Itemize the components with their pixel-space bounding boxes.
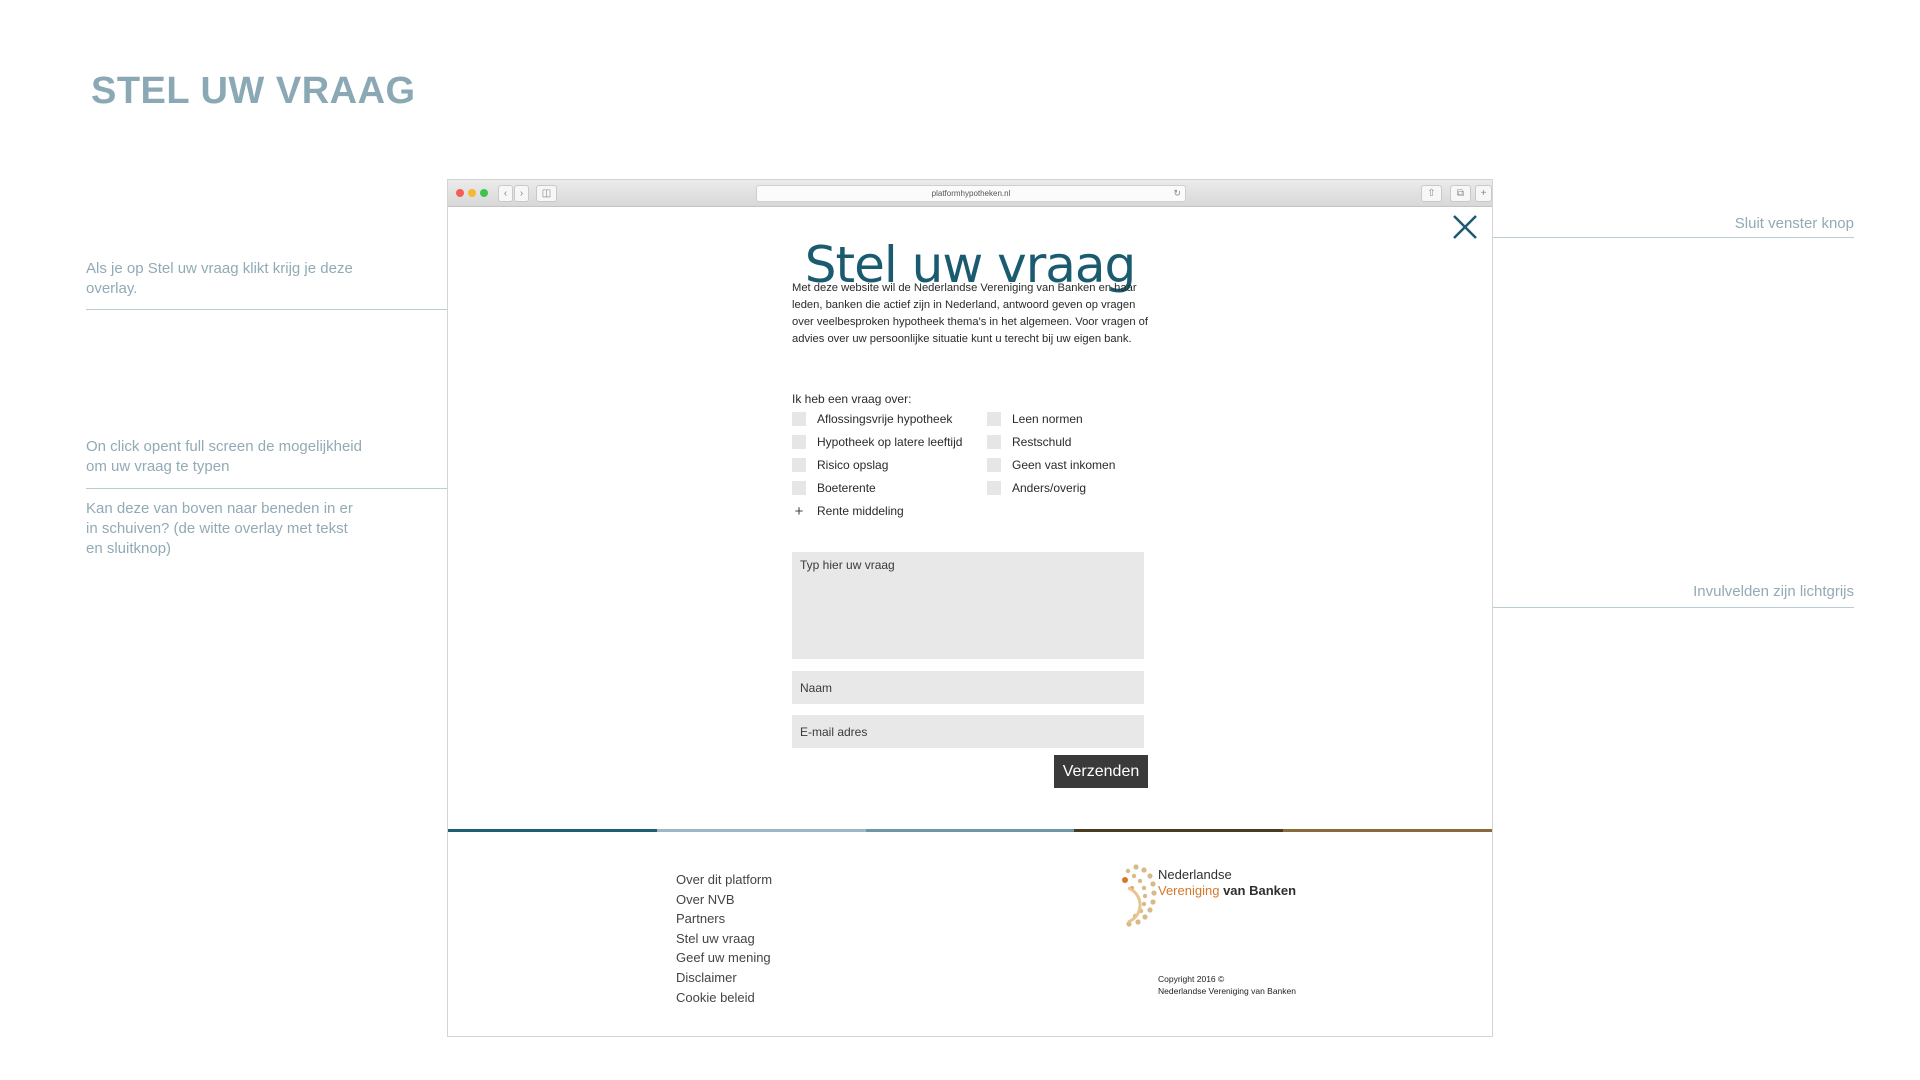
annotation-fields-line (1491, 607, 1854, 608)
question-textarea[interactable] (792, 552, 1144, 659)
forward-icon[interactable]: › (514, 185, 529, 202)
checkbox[interactable] (792, 481, 806, 495)
browser-window: ‹ › ◫ platformhypotheken.nl ↻ ⇧ ⧉ + Stel… (447, 179, 1493, 1037)
checkbox[interactable] (792, 412, 806, 426)
name-field[interactable] (792, 671, 1144, 704)
topic-label: Restschuld (1012, 435, 1072, 449)
reload-icon[interactable]: ↻ (1173, 186, 1181, 201)
topic-label: Risico opslag (817, 458, 889, 472)
topic-leen-normen[interactable]: Leen normen (987, 409, 1083, 429)
footer-link-geef-uw-mening[interactable]: Geef uw mening (676, 948, 772, 968)
annotation-slide-note: Kan deze van boven naar beneden in er in… (86, 500, 353, 557)
annotation-overlay-line (86, 309, 447, 310)
logo-word-vereniging: Vereniging (1158, 883, 1220, 898)
checkbox[interactable] (987, 481, 1001, 495)
annotation-fullscreen-note: On click opent full screen de mogelijkhe… (86, 438, 362, 475)
topic-rente-middeling[interactable]: + Rente middeling (792, 501, 904, 521)
address-bar-url: platformhypotheken.nl (931, 189, 1011, 198)
checkbox[interactable] (987, 412, 1001, 426)
plus-icon[interactable]: + (792, 503, 806, 520)
nvb-logo-text: Nederlandse Vereniging van Banken (1158, 867, 1296, 899)
minimize-window-dot[interactable] (468, 189, 476, 197)
share-icon[interactable]: ⇧ (1421, 185, 1442, 202)
topic-geen-vast-inkomen[interactable]: Geen vast inkomen (987, 455, 1115, 475)
topic-restschuld[interactable]: Restschuld (987, 432, 1071, 452)
intro-text: Met deze website wil de Nederlandse Vere… (792, 282, 1149, 345)
copyright-line-1: Copyright 2016 © (1158, 974, 1225, 984)
browser-toolbar: ‹ › ◫ platformhypotheken.nl ↻ ⇧ ⧉ + (448, 180, 1492, 207)
footer-link-partners[interactable]: Partners (676, 909, 772, 929)
footer-link-cookie-beleid[interactable]: Cookie beleid (676, 988, 772, 1008)
topic-label: Geen vast inkomen (1012, 458, 1116, 472)
annotation-close-note: Sluit venster knop (1734, 215, 1854, 232)
topic-label: Aflossingsvrije hypotheek (817, 412, 953, 426)
topic-boeterente[interactable]: Boeterente (792, 478, 876, 498)
logo-line-2: Vereniging van Banken (1158, 883, 1296, 899)
annotation-close-line (1491, 237, 1854, 238)
topic-label: Boeterente (817, 481, 876, 495)
copyright-text: Copyright 2016 © Nederlandse Vereniging … (1158, 973, 1296, 997)
footer-nav: Over dit platform Over NVB Partners Stel… (676, 870, 772, 1007)
topic-label: Hypotheek op latere leeftijd (817, 435, 963, 449)
color-band (448, 829, 1492, 832)
band-segment (448, 829, 657, 832)
checkbox[interactable] (792, 458, 806, 472)
new-tab-icon[interactable]: + (1475, 185, 1492, 202)
topic-hypotheek-latere-leeftijd[interactable]: Hypotheek op latere leeftijd (792, 432, 962, 452)
back-icon[interactable]: ‹ (498, 185, 513, 202)
topic-aflossingsvrije-hypotheek[interactable]: Aflossingsvrije hypotheek (792, 409, 952, 429)
checkbox[interactable] (987, 458, 1001, 472)
page-title: STEL UW VRAAG (91, 70, 416, 112)
email-field[interactable] (792, 715, 1144, 748)
tabs-icon[interactable]: ⧉ (1450, 185, 1471, 202)
topic-label: Anders/overig (1012, 481, 1087, 495)
submit-button[interactable]: Verzenden (1054, 755, 1148, 788)
annotation-fields-note: Invulvelden zijn lichtgrijs (1693, 583, 1854, 600)
checkbox[interactable] (987, 435, 1001, 449)
topic-label: Leen normen (1012, 412, 1083, 426)
topic-anders-overig[interactable]: Anders/overig (987, 478, 1086, 498)
band-segment (1074, 829, 1284, 832)
annotation-overlay-note: Als je op Stel uw vraag klikt krijg je d… (86, 260, 353, 297)
sidebar-icon[interactable]: ◫ (536, 185, 557, 202)
footer-link-over-nvb[interactable]: Over NVB (676, 890, 772, 910)
footer-link-over-platform[interactable]: Over dit platform (676, 870, 772, 890)
topic-label: Rente middeling (817, 504, 904, 518)
band-segment (1283, 829, 1492, 832)
footer-link-stel-uw-vraag[interactable]: Stel uw vraag (676, 929, 772, 949)
topic-risico-opslag[interactable]: Risico opslag (792, 455, 888, 475)
footer-link-disclaimer[interactable]: Disclaimer (676, 968, 772, 988)
close-window-dot[interactable] (456, 189, 464, 197)
question-topic-label: Ik heb een vraag over: (792, 392, 912, 406)
address-bar[interactable]: platformhypotheken.nl ↻ (756, 185, 1186, 202)
band-segment (656, 829, 866, 832)
checkbox[interactable] (792, 435, 806, 449)
zoom-window-dot[interactable] (480, 189, 488, 197)
copyright-line-2: Nederlandse Vereniging van Banken (1158, 986, 1296, 996)
logo-word-van-banken: van Banken (1223, 883, 1297, 898)
logo-line-1: Nederlandse (1158, 867, 1232, 882)
band-segment (865, 829, 1075, 832)
